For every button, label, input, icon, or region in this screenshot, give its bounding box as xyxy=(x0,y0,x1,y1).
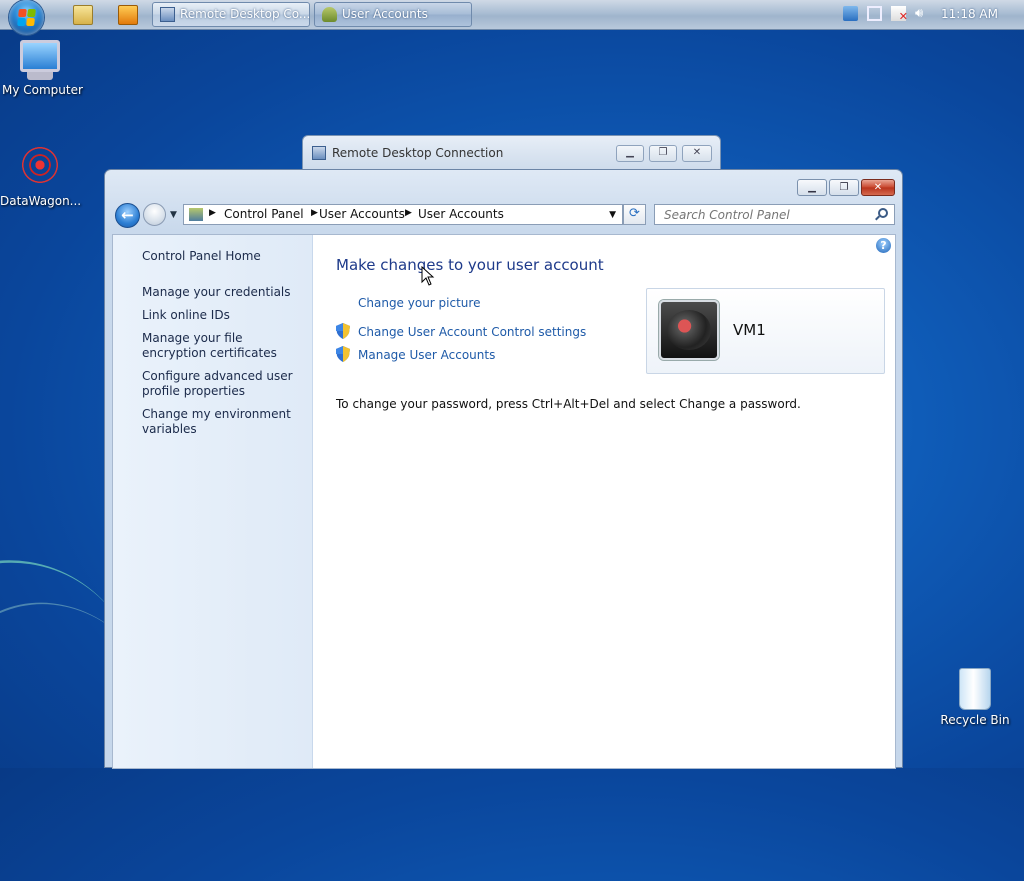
search-box[interactable] xyxy=(654,204,895,225)
desktop-icon-datawagon[interactable]: DataWagon... xyxy=(0,144,82,208)
desktop-icon-label: Recycle Bin xyxy=(940,713,1010,727)
address-dropdown[interactable]: ▼ xyxy=(609,210,616,220)
breadcrumb-control-panel[interactable]: Control Panel xyxy=(224,207,304,221)
account-name: VM1 xyxy=(733,321,766,339)
window-title: Remote Desktop Connection xyxy=(332,146,504,160)
account-card: VM1 xyxy=(646,288,885,374)
arrow-left-icon: ← xyxy=(121,206,134,224)
breadcrumb-user-accounts[interactable]: User Accounts xyxy=(319,207,405,221)
chevron-right-icon[interactable]: ▶ xyxy=(405,208,412,218)
manage-accounts-link[interactable]: Manage User Accounts xyxy=(358,348,495,362)
search-input[interactable] xyxy=(662,207,871,223)
desktop-icon-label: DataWagon... xyxy=(0,194,82,208)
chevron-right-icon[interactable]: ▶ xyxy=(209,208,216,218)
maximize-button[interactable]: ❐ xyxy=(829,179,859,196)
control-panel-home-link[interactable]: Control Panel Home xyxy=(142,249,302,264)
forward-button[interactable] xyxy=(143,203,166,226)
desktop-icon-recycle-bin[interactable]: Recycle Bin xyxy=(940,668,1010,727)
action-center-icon[interactable] xyxy=(843,6,858,21)
breadcrumb-user-accounts-current[interactable]: User Accounts xyxy=(418,207,504,221)
minimize-button[interactable]: ▁ xyxy=(797,179,827,196)
page-title: Make changes to your user account xyxy=(336,256,604,274)
uac-settings-link[interactable]: Change User Account Control settings xyxy=(358,325,586,339)
manage-credentials-link[interactable]: Manage your credentials xyxy=(142,285,302,300)
network-icon[interactable] xyxy=(867,6,882,21)
advanced-profile-link[interactable]: Configure advanced user profile properti… xyxy=(142,369,302,399)
desktop-icon-label: My Computer xyxy=(2,83,83,97)
desktop-icon-my-computer[interactable]: My Computer xyxy=(2,40,83,97)
password-note: To change your password, press Ctrl+Alt+… xyxy=(336,397,801,411)
mouse-cursor-icon xyxy=(421,266,435,286)
help-button[interactable]: ? xyxy=(876,238,891,253)
remote-desktop-icon xyxy=(160,7,175,22)
uac-shield-icon xyxy=(336,346,350,362)
recycle-bin-icon xyxy=(959,668,991,710)
search-icon[interactable] xyxy=(878,208,888,218)
control-panel-icon xyxy=(189,208,203,221)
computer-icon xyxy=(20,40,60,72)
change-picture-link[interactable]: Change your picture xyxy=(358,296,480,310)
close-button[interactable]: ✕ xyxy=(861,179,895,196)
link-online-ids-link[interactable]: Link online IDs xyxy=(142,308,302,323)
windows-logo-icon xyxy=(17,9,36,26)
taskbar-button-label: User Accounts xyxy=(342,7,428,21)
account-picture[interactable] xyxy=(659,300,719,360)
explorer-quicklaunch-icon[interactable] xyxy=(73,5,93,25)
file-encryption-link[interactable]: Manage your file encryption certificates xyxy=(142,331,302,361)
start-button[interactable] xyxy=(9,0,44,35)
minimize-button[interactable]: ▁ xyxy=(616,145,644,162)
address-bar[interactable]: ▶ Control Panel ▶ User Accounts ▶ User A… xyxy=(183,204,623,225)
restore-button[interactable]: ❐ xyxy=(649,145,677,162)
remote-desktop-icon xyxy=(312,146,326,160)
content-area: Control Panel Home Manage your credentia… xyxy=(112,234,896,769)
user-accounts-window: ▁ ❐ ✕ ← ▼ ▶ Control Panel ▶ User Account… xyxy=(104,169,903,769)
media-player-quicklaunch-icon[interactable] xyxy=(118,5,138,25)
volume-icon[interactable]: 🔊︎ xyxy=(915,6,930,21)
environment-variables-link[interactable]: Change my environment variables xyxy=(142,407,302,437)
back-button[interactable]: ← xyxy=(115,203,140,228)
taskbar-button-user-accounts[interactable]: User Accounts xyxy=(314,2,472,27)
turntable-icon xyxy=(667,310,711,350)
recent-pages-dropdown[interactable]: ▼ xyxy=(170,210,177,220)
flag-error-icon[interactable]: ✕ xyxy=(891,6,908,22)
taskbar-button-remote-desktop[interactable]: Remote Desktop Co... xyxy=(152,2,310,27)
close-button[interactable]: ✕ xyxy=(682,145,712,162)
datawagon-icon xyxy=(19,144,61,186)
left-pane: Control Panel Home Manage your credentia… xyxy=(113,235,313,768)
uac-shield-icon xyxy=(336,323,350,339)
refresh-button[interactable]: ⟳ xyxy=(623,204,646,225)
chevron-right-icon[interactable]: ▶ xyxy=(311,208,318,218)
refresh-icon: ⟳ xyxy=(629,206,640,221)
user-accounts-icon xyxy=(322,7,337,22)
clock[interactable]: 11:18 AM xyxy=(941,7,998,21)
taskbar-button-label: Remote Desktop Co... xyxy=(180,7,310,21)
taskbar: Remote Desktop Co... User Accounts ✕ 🔊︎ … xyxy=(0,0,1024,35)
